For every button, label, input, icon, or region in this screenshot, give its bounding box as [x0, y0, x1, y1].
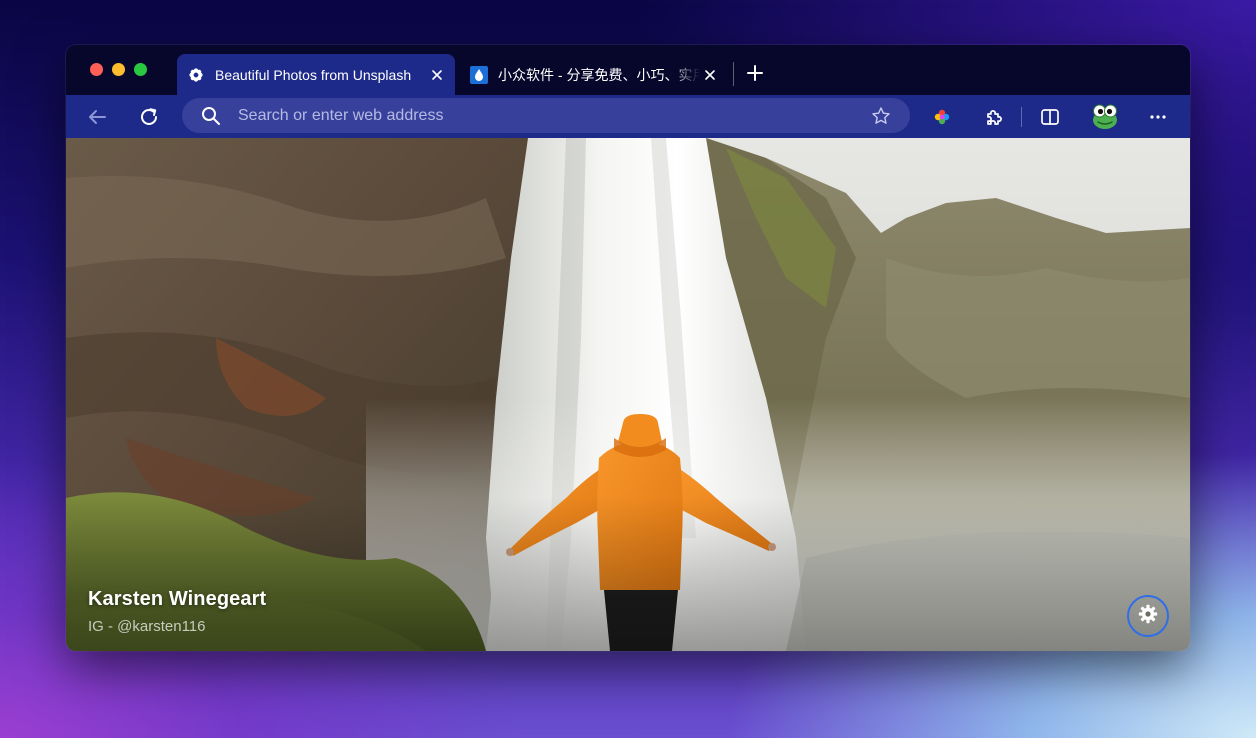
- address-input[interactable]: [238, 106, 870, 125]
- photo-credit: Karsten Winegeart IG - @karsten116: [88, 588, 266, 635]
- window-controls: [90, 63, 147, 76]
- tab-divider: [733, 62, 734, 86]
- toolbar-divider: [1021, 107, 1022, 127]
- pinwheel-extension-icon[interactable]: [930, 105, 954, 129]
- refresh-icon[interactable]: [137, 105, 161, 129]
- maximize-window-button[interactable]: [134, 63, 147, 76]
- tab-unsplash[interactable]: Beautiful Photos from Unsplash: [177, 54, 455, 95]
- settings-button[interactable]: [1127, 595, 1169, 637]
- gear-flower-icon: [187, 66, 205, 84]
- star-icon[interactable]: [870, 105, 892, 127]
- gear-icon: [1137, 603, 1159, 630]
- close-window-button[interactable]: [90, 63, 103, 76]
- address-bar[interactable]: [182, 98, 910, 133]
- photographer-name[interactable]: Karsten Winegeart: [88, 588, 266, 611]
- more-menu-icon[interactable]: [1146, 105, 1170, 129]
- back-arrow-icon[interactable]: [85, 105, 109, 129]
- extensions-puzzle-icon[interactable]: [982, 105, 1006, 129]
- browser-window: Beautiful Photos from Unsplash 小众软件 - 分享…: [66, 45, 1190, 651]
- tab-close-icon[interactable]: [700, 65, 720, 85]
- split-screen-icon[interactable]: [1038, 105, 1062, 129]
- photographer-handle[interactable]: IG - @karsten116: [88, 618, 206, 635]
- navigation-toolbar: [66, 95, 1190, 138]
- tab-close-icon[interactable]: [427, 65, 447, 85]
- tab-bar: Beautiful Photos from Unsplash 小众软件 - 分享…: [66, 45, 1190, 95]
- tab-appinn[interactable]: 小众软件 - 分享免费、小巧、实用: [460, 54, 728, 95]
- new-tab-plus-icon[interactable]: [744, 62, 766, 84]
- tab-title: 小众软件 - 分享免费、小巧、实用: [498, 66, 700, 83]
- new-tab-page: Karsten Winegeart IG - @karsten116: [66, 138, 1190, 651]
- background-photo: [66, 138, 1190, 651]
- search-icon: [200, 105, 222, 127]
- profile-avatar-icon[interactable]: [1090, 101, 1120, 131]
- tab-title: Beautiful Photos from Unsplash: [215, 66, 412, 83]
- water-drop-icon: [470, 65, 488, 84]
- minimize-window-button[interactable]: [112, 63, 125, 76]
